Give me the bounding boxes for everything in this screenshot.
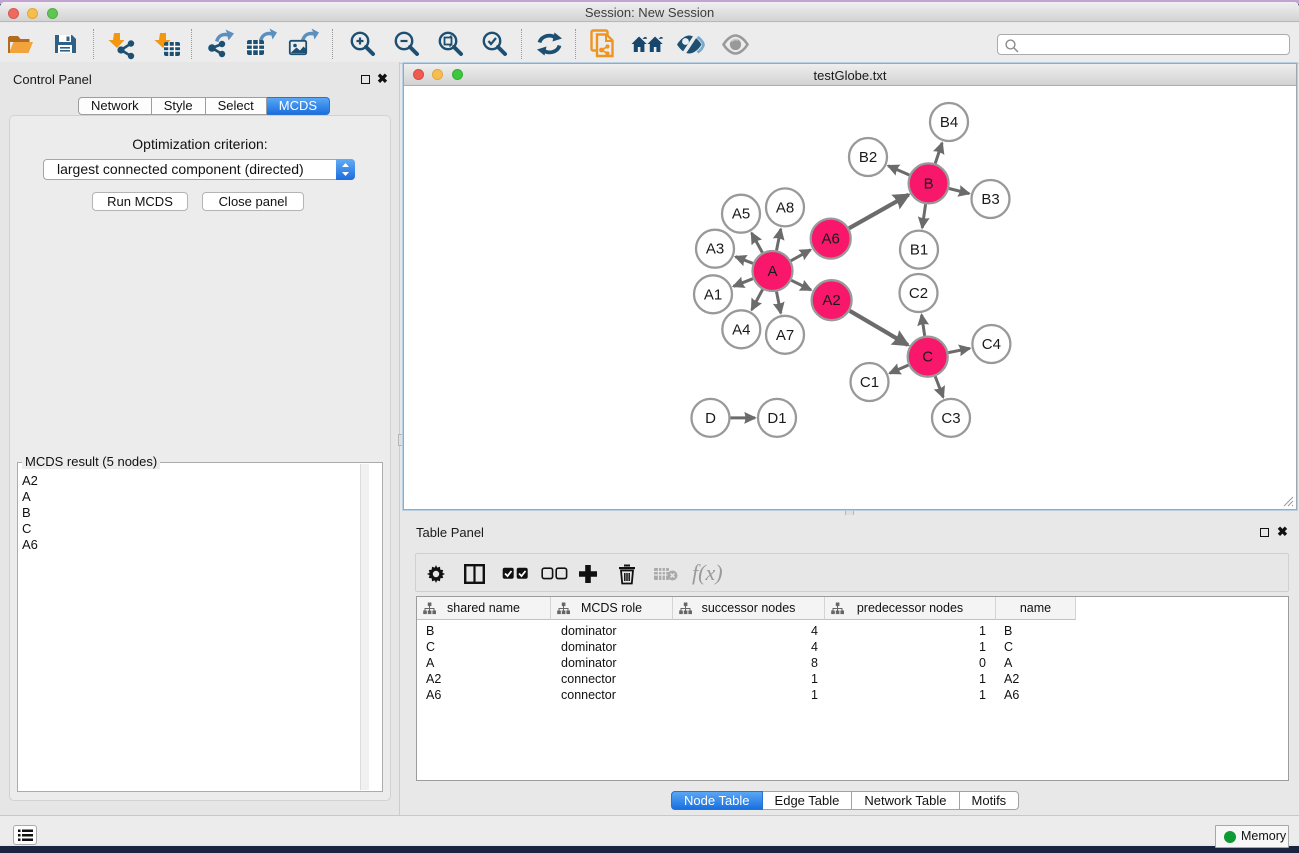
- svg-text:B: B: [924, 175, 934, 192]
- svg-text:A2: A2: [822, 292, 840, 309]
- svg-text:B3: B3: [981, 191, 999, 208]
- svg-text:A4: A4: [732, 321, 750, 338]
- svg-text:C: C: [922, 349, 933, 366]
- svg-text:B1: B1: [910, 242, 928, 259]
- svg-text:C4: C4: [982, 336, 1001, 353]
- svg-text:D1: D1: [767, 410, 786, 427]
- svg-text:C1: C1: [860, 374, 879, 391]
- svg-text:B2: B2: [859, 149, 877, 166]
- svg-text:A1: A1: [704, 286, 722, 303]
- svg-text:A7: A7: [776, 327, 794, 344]
- svg-text:A3: A3: [706, 241, 724, 258]
- svg-text:C3: C3: [941, 410, 960, 427]
- svg-text:A: A: [767, 263, 777, 280]
- svg-text:A5: A5: [732, 206, 750, 223]
- svg-text:B4: B4: [940, 114, 958, 131]
- svg-text:A8: A8: [776, 199, 794, 216]
- svg-text:C2: C2: [909, 285, 928, 302]
- svg-text:A6: A6: [822, 231, 840, 248]
- svg-text:D: D: [705, 410, 716, 427]
